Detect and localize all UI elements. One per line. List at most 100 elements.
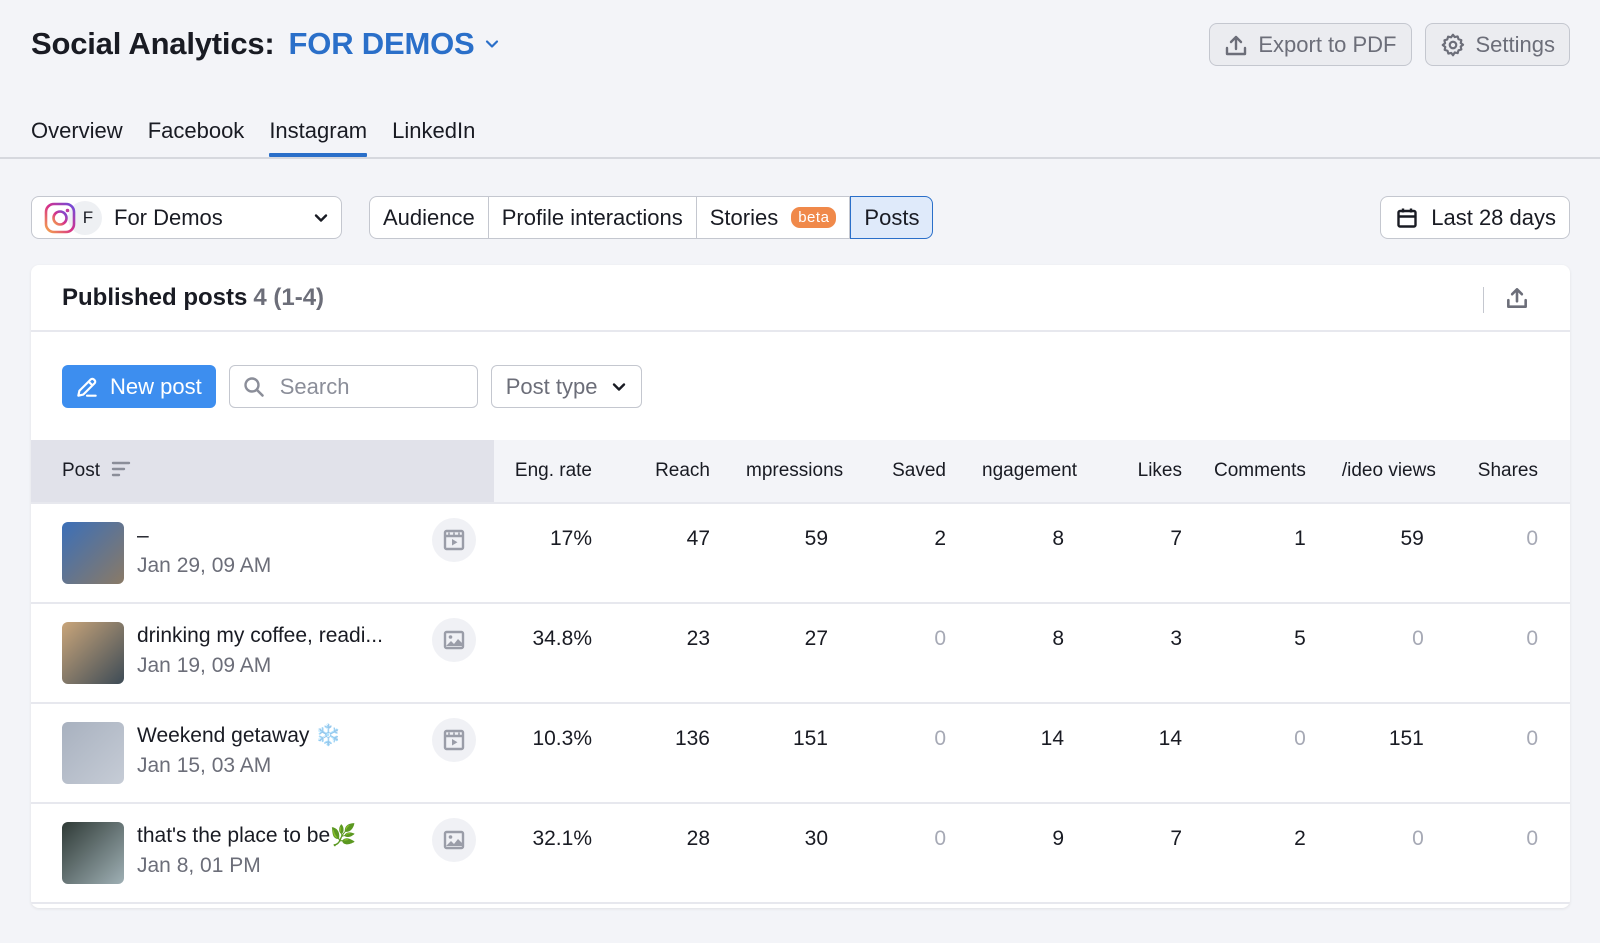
date-range-button[interactable]: Last 28 days — [1380, 196, 1570, 239]
instagram-icon — [44, 202, 76, 233]
post-thumbnail[interactable] — [62, 622, 124, 684]
post-cell: – Jan 29, 09 AM — [31, 503, 494, 604]
table-row[interactable]: Weekend getaway ❄️ Jan 15, 03 AM 10.3% 136 1… — [31, 703, 1570, 804]
settings-label: Settings — [1475, 31, 1556, 57]
post-title[interactable]: – — [137, 522, 432, 550]
search-icon — [244, 376, 264, 397]
column-header-video-views[interactable]: /ideo views — [1337, 440, 1456, 504]
posts-count: 4 (1-4) — [253, 283, 325, 311]
tab-instagram[interactable]: Instagram — [269, 118, 367, 157]
post-thumbnail[interactable] — [62, 522, 124, 584]
cell-likes: 7 — [1096, 803, 1214, 904]
cell-shares: 0 — [1455, 703, 1570, 804]
post-thumbnail[interactable] — [62, 822, 124, 884]
export-pdf-label: Export to PDF — [1258, 31, 1397, 57]
card-title: Published posts — [62, 283, 248, 311]
tabs-divider — [0, 157, 1600, 159]
section-audience[interactable]: Audience — [369, 196, 489, 239]
search-box[interactable] — [228, 365, 478, 408]
table-row[interactable]: drinking my coffee, readi... Jan 19, 09 A… — [31, 603, 1570, 704]
tab-facebook[interactable]: Facebook — [148, 118, 245, 156]
project-selector[interactable]: FOR DEMOS — [289, 26, 501, 62]
settings-button[interactable]: Settings — [1424, 23, 1570, 66]
cell-video-views: 151 — [1337, 703, 1456, 804]
column-header-shares[interactable]: Shares — [1455, 440, 1570, 504]
beta-badge: beta — [791, 207, 837, 228]
cell-saved: 0 — [860, 703, 978, 804]
cell-eng-rate: 10.3% — [494, 703, 624, 804]
column-header-engagement[interactable]: ngagement — [978, 440, 1096, 504]
cell-reach: 136 — [624, 703, 742, 804]
post-date: Jan 29, 09 AM — [137, 554, 272, 577]
chevron-down-icon — [314, 213, 328, 222]
column-post-label: Post — [62, 460, 101, 481]
cell-engagement: 9 — [978, 803, 1096, 904]
post-thumbnail[interactable] — [62, 722, 124, 784]
cell-reach: 23 — [624, 603, 742, 704]
video-icon — [432, 518, 476, 562]
gear-icon — [1441, 33, 1464, 56]
export-icon[interactable] — [1504, 285, 1530, 311]
cell-impressions: 151 — [742, 703, 860, 804]
tab-linkedin[interactable]: LinkedIn — [392, 118, 475, 156]
post-cell: Weekend getaway ❄️ Jan 15, 03 AM — [31, 703, 494, 804]
post-title[interactable]: that's the place to be🌿 — [137, 822, 432, 850]
cell-comments: 1 — [1214, 503, 1338, 604]
search-input[interactable] — [279, 373, 450, 400]
sort-icon[interactable] — [111, 460, 131, 478]
pencil-icon — [77, 377, 97, 397]
column-header-post[interactable]: Post — [31, 440, 494, 504]
post-date: Jan 15, 03 AM — [137, 754, 272, 777]
cell-eng-rate: 17% — [494, 503, 624, 604]
cell-eng-rate: 32.1% — [494, 803, 624, 904]
cell-eng-rate: 34.8% — [494, 603, 624, 704]
column-header-reach[interactable]: Reach — [624, 440, 742, 504]
section-profile-interactions[interactable]: Profile interactions — [488, 196, 697, 239]
post-cell: drinking my coffee, readi... Jan 19, 09 A… — [31, 603, 494, 704]
cell-likes: 3 — [1096, 603, 1214, 704]
cell-impressions: 27 — [742, 603, 860, 704]
project-name: FOR DEMOS — [288, 26, 475, 61]
section-posts-label: Posts — [864, 204, 920, 230]
profile-name: For Demos — [114, 204, 223, 230]
table-row[interactable]: – Jan 29, 09 AM 17% 47 59 2 8 7 1 59 0 — [31, 503, 1570, 604]
cell-video-views: 0 — [1337, 803, 1456, 904]
calendar-icon — [1397, 208, 1417, 228]
column-header-impressions[interactable]: mpressions — [742, 440, 860, 504]
post-title[interactable]: Weekend getaway ❄️ — [137, 722, 432, 750]
column-header-eng-rate[interactable]: Eng. rate — [494, 440, 624, 504]
cell-engagement: 8 — [978, 603, 1096, 704]
cell-video-views: 59 — [1337, 503, 1456, 604]
section-posts[interactable]: Posts — [850, 196, 934, 239]
cell-saved: 0 — [860, 603, 978, 704]
section-stories-label: Stories — [709, 204, 779, 230]
post-date: Jan 19, 09 AM — [137, 654, 272, 677]
header-divider — [1483, 287, 1484, 313]
post-type-label: Post type — [505, 373, 598, 399]
cell-shares: 0 — [1455, 503, 1570, 604]
profile-selector[interactable]: F For Demos — [31, 196, 342, 239]
new-post-label: New post — [110, 373, 202, 399]
table-header-row: Post Eng. rate Reach mpressions Saved ng… — [31, 440, 1570, 504]
export-pdf-button[interactable]: Export to PDF — [1209, 23, 1412, 66]
post-cell: that's the place to be🌿 Jan 8, 01 PM — [31, 803, 494, 904]
column-header-saved[interactable]: Saved — [860, 440, 978, 504]
post-title[interactable]: drinking my coffee, readi... — [137, 622, 432, 650]
column-header-likes[interactable]: Likes — [1096, 440, 1214, 504]
tab-overview[interactable]: Overview — [31, 118, 123, 156]
new-post-button[interactable]: New post — [62, 365, 216, 408]
chevron-down-icon — [486, 40, 499, 48]
table-row[interactable]: that's the place to be🌿 Jan 8, 01 PM 32.1%… — [31, 803, 1570, 904]
cell-likes: 7 — [1096, 503, 1214, 604]
cell-comments: 2 — [1214, 803, 1338, 904]
page-title: Social Analytics: — [31, 26, 275, 61]
cell-reach: 28 — [624, 803, 742, 904]
cell-reach: 47 — [624, 503, 742, 604]
section-switcher: Audience Profile interactions Stories bet… — [369, 196, 934, 239]
cell-video-views: 0 — [1337, 603, 1456, 704]
section-stories[interactable]: Stories beta — [696, 196, 851, 239]
post-type-dropdown[interactable]: Post type — [490, 365, 643, 408]
cell-likes: 14 — [1096, 703, 1214, 804]
column-header-comments[interactable]: Comments — [1214, 440, 1338, 504]
cell-saved: 2 — [860, 503, 978, 604]
